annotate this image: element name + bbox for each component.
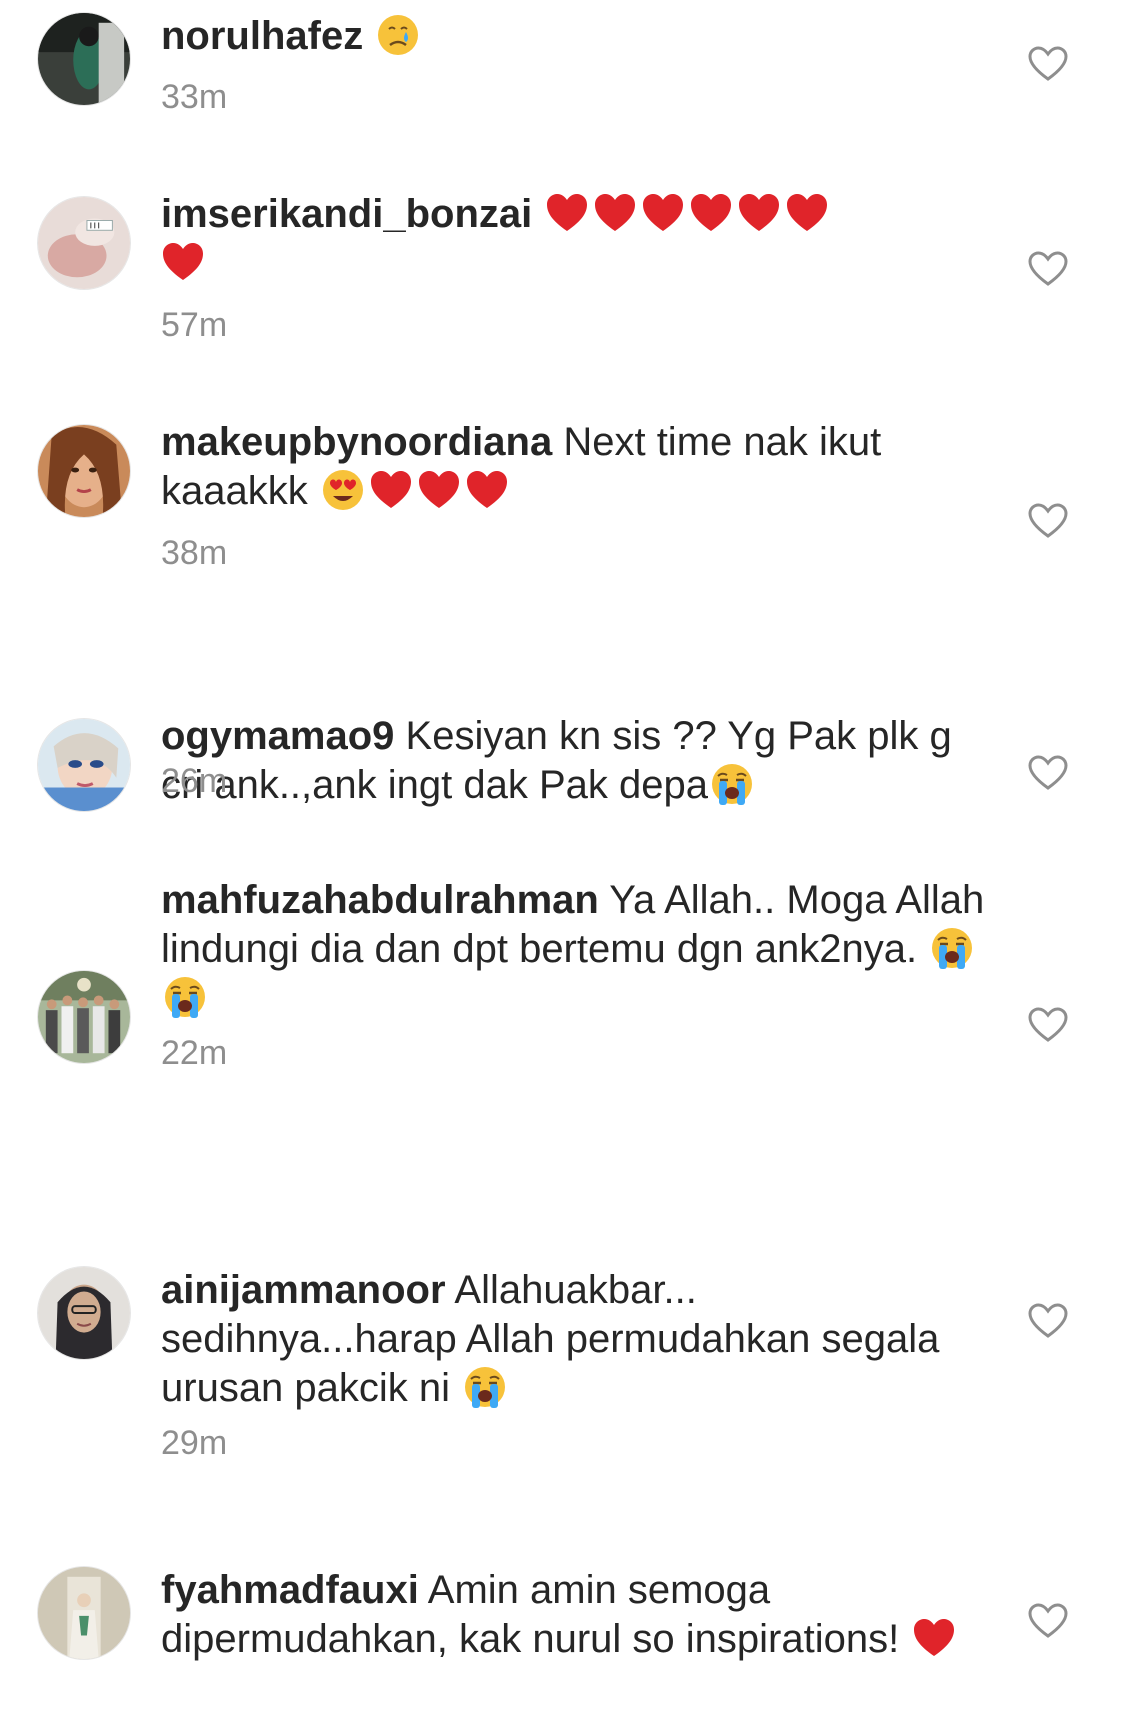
loudly-crying-face-icon [463,1365,507,1409]
heart-outline-icon[interactable] [1028,1303,1068,1339]
heart-outline-icon[interactable] [1028,503,1068,539]
red-heart-icon [737,191,781,235]
loudly-crying-face-icon [163,975,207,1019]
heart-outline-icon[interactable] [1028,1007,1068,1043]
avatar[interactable] [37,424,131,518]
comment-username[interactable]: fyahmadfauxi [161,1568,419,1612]
red-heart-icon [369,468,413,512]
avatar[interactable] [37,718,131,812]
comment-username[interactable]: norulhafez [161,14,363,58]
comment-text: norulhafez [161,12,991,61]
red-heart-icon [689,191,733,235]
red-heart-icon [785,191,829,235]
comment-timestamp: 57m [161,306,228,344]
red-heart-icon [641,191,685,235]
avatar[interactable] [37,1266,131,1360]
avatar[interactable] [37,196,131,290]
loudly-crying-face-icon [710,762,754,806]
heart-outline-icon[interactable] [1028,1603,1068,1639]
heart-eyes-face-icon [321,468,365,512]
loudly-crying-face-icon [930,926,974,970]
comment-text: makeupbynoordiana Next time nak ikut kaa… [161,418,991,516]
comment-text: ogymamao9 Kesiyan kn sis ?? Yg Pak plk g… [161,712,991,810]
comment-text: ainijammanoor Allahuakbar... sedihnya...… [161,1266,991,1413]
comment-list: norulhafez 33m imserikandi_bonzai 57m ma… [0,0,1125,1712]
red-heart-icon [912,1616,956,1660]
heart-outline-icon[interactable] [1028,46,1068,82]
comment-username[interactable]: ainijammanoor [161,1268,446,1312]
comment-username[interactable]: ogymamao9 [161,714,394,758]
comment-timestamp: 38m [161,534,228,572]
comment-timestamp: 29m [161,1424,228,1462]
red-heart-icon [161,240,205,284]
comment-text: fyahmadfauxi Amin amin semoga dipermudah… [161,1566,991,1664]
comment-timestamp: 26m [161,762,228,800]
red-heart-icon [465,468,509,512]
comment-username[interactable]: makeupbynoordiana [161,420,552,464]
avatar[interactable] [37,970,131,1064]
comment-username[interactable]: imserikandi_bonzai [161,192,532,236]
comment-timestamp: 22m [161,1034,228,1072]
comment-timestamp: 33m [161,78,228,116]
comment-text: mahfuzahabdulrahman Ya Allah.. Moga Alla… [161,876,991,1023]
red-heart-icon [593,191,637,235]
avatar[interactable] [37,1566,131,1660]
crying-face-icon [376,13,420,57]
heart-outline-icon[interactable] [1028,251,1068,287]
avatar[interactable] [37,12,131,106]
red-heart-icon [545,191,589,235]
heart-outline-icon[interactable] [1028,755,1068,791]
red-heart-icon [417,468,461,512]
comment-text: imserikandi_bonzai [161,190,991,288]
comment-username[interactable]: mahfuzahabdulrahman [161,878,599,922]
